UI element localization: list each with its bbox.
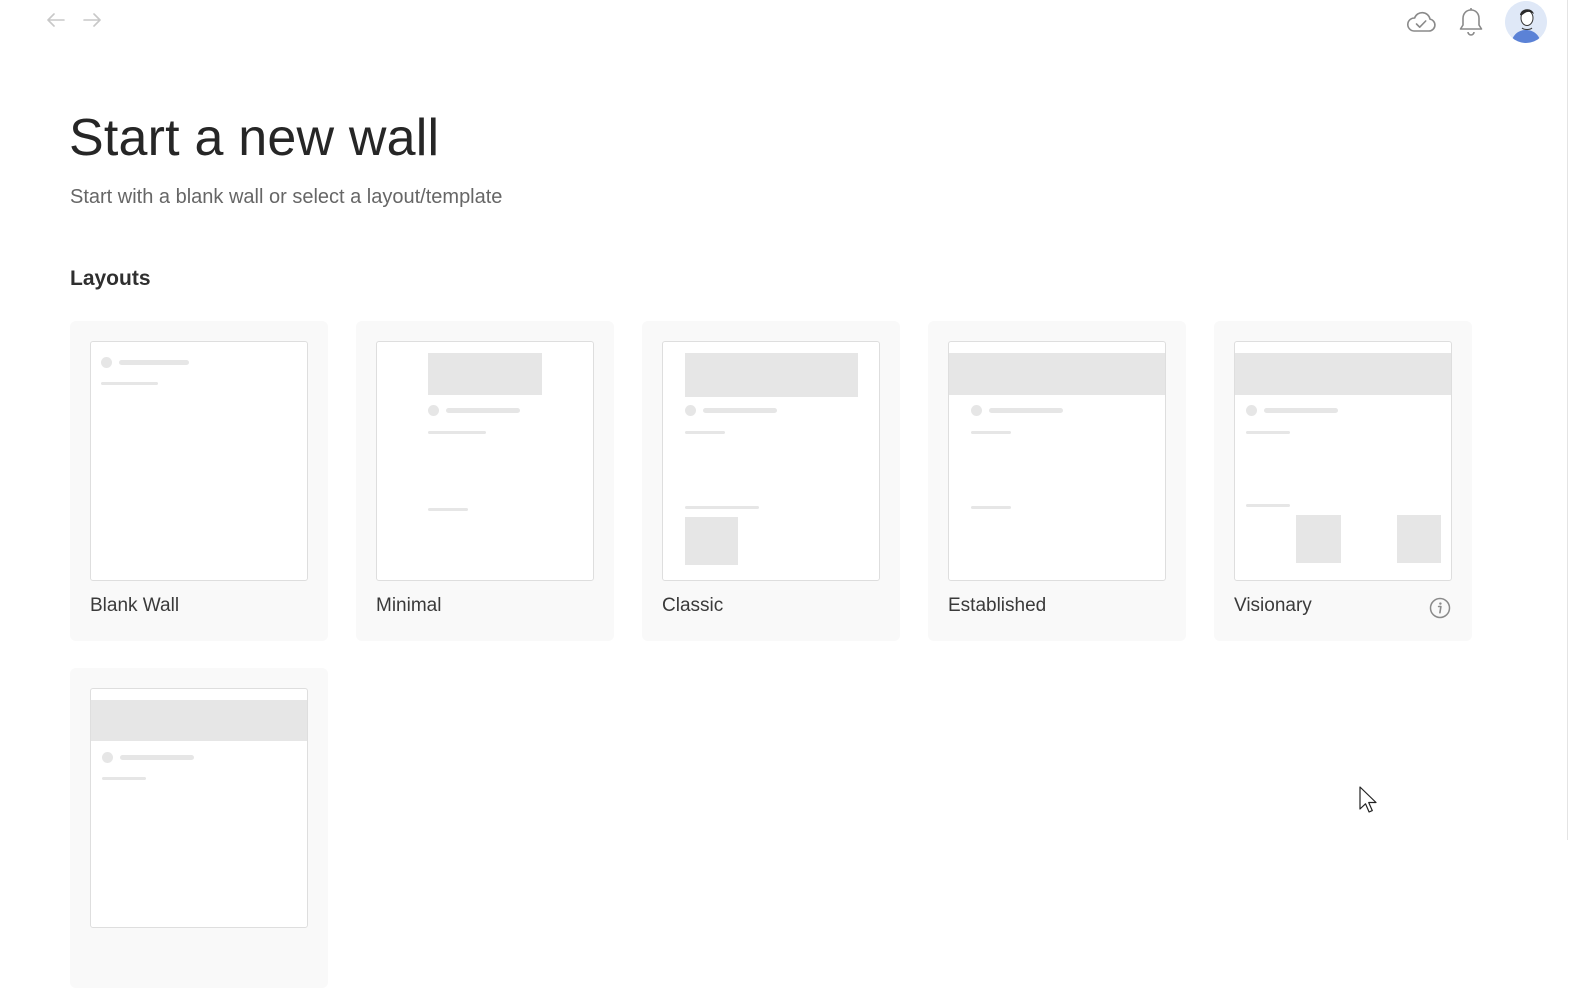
info-icon[interactable] <box>1429 597 1451 619</box>
layout-preview <box>948 341 1166 581</box>
layouts-heading: Layouts <box>70 267 151 290</box>
top-bar-actions <box>1405 0 1547 44</box>
back-arrow-icon[interactable] <box>46 10 66 30</box>
layout-label: Established <box>948 595 1047 616</box>
layout-preview <box>90 688 308 928</box>
layout-preview <box>90 341 308 581</box>
layout-card-classic[interactable]: Classic <box>642 321 900 641</box>
layout-preview <box>1234 341 1452 581</box>
layout-card-partial[interactable] <box>70 668 328 988</box>
layout-card-visionary[interactable]: Visionary <box>1214 321 1472 641</box>
page-title: Start a new wall <box>69 109 440 167</box>
layout-card-minimal[interactable]: Minimal <box>356 321 614 641</box>
layout-label: Visionary <box>1234 595 1312 616</box>
layout-label: Blank Wall <box>90 595 180 616</box>
layout-preview <box>376 341 594 581</box>
forward-arrow-icon[interactable] <box>82 10 102 30</box>
page-subtitle: Start with a blank wall or select a layo… <box>70 186 503 208</box>
layout-card-blank-wall[interactable]: Blank Wall <box>70 321 328 641</box>
layout-label: Classic <box>662 595 724 616</box>
user-avatar[interactable] <box>1505 1 1547 43</box>
history-navigation <box>46 10 102 30</box>
layout-label: Minimal <box>376 595 442 616</box>
cloud-check-icon[interactable] <box>1405 6 1437 38</box>
bell-icon[interactable] <box>1455 6 1487 38</box>
scrollbar[interactable] <box>1567 0 1568 840</box>
layout-preview <box>662 341 880 581</box>
layout-card-established[interactable]: Established <box>928 321 1186 641</box>
mouse-cursor-icon <box>1359 786 1379 814</box>
